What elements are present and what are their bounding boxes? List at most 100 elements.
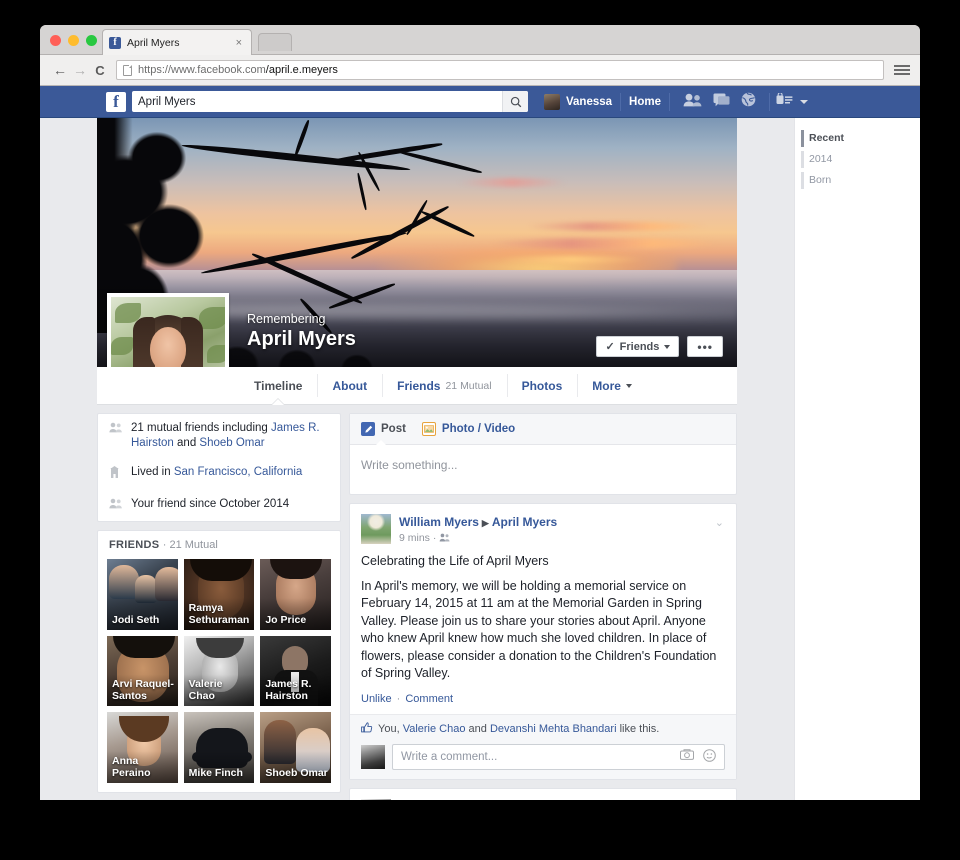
likes-seg: and [465, 723, 489, 735]
friend-name: James R. Hairston [265, 678, 328, 702]
more-options-button[interactable]: ••• [687, 336, 723, 357]
photo-video-icon [422, 422, 436, 436]
search-input-value: April Myers [138, 96, 502, 108]
browser-toolbar: ← → C https://www.facebook.com/april.e.m… [40, 55, 920, 86]
friend-tile[interactable]: Jodi Seth [107, 559, 178, 630]
tab-friends-label: Friends [397, 379, 440, 393]
friend-tile[interactable]: Ramya Sethuraman [184, 559, 255, 630]
navbar-home-link[interactable]: Home [621, 96, 669, 108]
emoji-icon[interactable] [703, 749, 716, 765]
post-target-name[interactable]: April Myers [484, 800, 549, 801]
browser-tab-title: April Myers [127, 37, 233, 49]
timeline-year-rail: Recent 2014 Born [794, 118, 920, 800]
privacy-shortcuts[interactable] [770, 93, 808, 111]
tab-about[interactable]: About [317, 367, 382, 404]
comment-bar: Write a comment... [350, 744, 736, 779]
friend-tile[interactable]: Anna Peraino [107, 712, 178, 783]
new-tab-button[interactable] [258, 33, 292, 51]
friend-tile[interactable]: Shoeb Omar [260, 712, 331, 783]
post-target-name[interactable]: April Myers [492, 515, 557, 529]
address-bar[interactable]: https://www.facebook.com/april.e.meyers [116, 60, 884, 80]
camera-icon[interactable] [680, 749, 694, 765]
friends-status-button[interactable]: ✓ Friends [596, 336, 679, 357]
link-shoeb-omar[interactable]: Shoeb Omar [199, 437, 264, 449]
avatar[interactable] [361, 799, 391, 801]
friend-requests-icon[interactable] [683, 93, 702, 112]
navbar-profile-link[interactable]: Vanessa [536, 94, 620, 110]
thumbs-up-icon [361, 722, 373, 737]
post-options-chevron-icon[interactable]: ⌄ [715, 516, 724, 529]
rail-item-born[interactable]: Born [795, 170, 920, 191]
branch-silhouette [294, 119, 311, 156]
friend-tile[interactable]: Arvi Raquel-Santos [107, 636, 178, 707]
likes-seg: like this. [617, 723, 660, 735]
tab-more[interactable]: More [577, 367, 647, 404]
rail-item-recent[interactable]: Recent [795, 128, 920, 149]
post-timestamp[interactable]: 9 mins [399, 532, 430, 544]
search-input[interactable]: April Myers [132, 91, 528, 112]
post-author-name[interactable]: William Myers [399, 515, 479, 529]
back-icon[interactable]: ← [50, 62, 70, 78]
close-tab-icon[interactable]: × [233, 37, 245, 49]
post-author-block: Valerie Chao▶April Myers 5 mins · [399, 799, 549, 801]
composer-tab-photo[interactable]: Photo / Video [422, 422, 515, 436]
avatar [361, 745, 385, 769]
tab-photos[interactable]: Photos [507, 367, 578, 404]
friend-tile[interactable]: Jo Price [260, 559, 331, 630]
composer-input[interactable]: Write something... [350, 445, 736, 494]
divider [317, 374, 318, 397]
profile-content: Remembering April Myers ✓ Friends ••• [40, 118, 794, 800]
likes-link-devanshi[interactable]: Devanshi Mehta Bhandari [490, 723, 617, 735]
likes-link-valerie[interactable]: Valerie Chao [403, 723, 466, 735]
page-title: April Myers [247, 327, 356, 351]
minimize-window-button[interactable] [68, 35, 79, 46]
facebook-logo-icon[interactable]: f [106, 92, 126, 112]
close-window-button[interactable] [50, 35, 61, 46]
composer-tabs: Post Photo / Video [350, 414, 736, 445]
friends-grid: Jodi Seth Ramya Sethuraman [98, 559, 340, 792]
profile-name-block: Remembering April Myers [247, 311, 356, 351]
friend-tile[interactable]: James R. Hairston [260, 636, 331, 707]
profile-picture[interactable] [107, 293, 229, 367]
comment-input[interactable]: Write a comment... [392, 744, 725, 770]
url-origin: https://www.facebook.com [138, 64, 266, 76]
reload-icon[interactable]: C [90, 63, 110, 78]
friend-tile[interactable]: Mike Finch [184, 712, 255, 783]
avatar[interactable] [361, 514, 391, 544]
cover-photo[interactable]: Remembering April Myers ✓ Friends ••• [97, 118, 737, 367]
link-san-francisco[interactable]: San Francisco, California [174, 466, 302, 478]
forward-icon[interactable]: → [70, 62, 90, 78]
text-segment: and [174, 437, 200, 449]
friends-card-title[interactable]: FRIENDS [109, 539, 159, 551]
browser-window: f April Myers × ← → C https://www.facebo… [40, 25, 920, 800]
post-comment-button[interactable]: Comment [405, 693, 453, 705]
cloud-streak [491, 238, 721, 249]
browser-menu-icon[interactable] [894, 65, 910, 75]
composer-post-label: Post [381, 423, 406, 435]
profile-columns: 21 mutual friends including James R. Hai… [97, 405, 737, 800]
messages-icon[interactable] [713, 93, 730, 112]
foliage [207, 345, 225, 363]
chevron-down-icon[interactable] [800, 100, 808, 104]
friend-name: Mike Finch [189, 767, 252, 779]
post-author-block: William Myers▶April Myers 9 mins · [399, 514, 557, 545]
cloud-streak [497, 256, 647, 263]
post-author-name[interactable]: Valerie Chao [399, 800, 471, 801]
branch-silhouette [357, 173, 368, 211]
friend-tile[interactable]: Valerie Chao [184, 636, 255, 707]
page-info-icon [123, 65, 132, 76]
maximize-window-button[interactable] [86, 35, 97, 46]
navbar-home-label: Home [629, 96, 661, 108]
browser-tab[interactable]: f April Myers × [102, 29, 252, 55]
tab-friends[interactable]: Friends 21 Mutual [382, 367, 506, 404]
search-icon[interactable] [502, 91, 528, 112]
composer-tab-post[interactable]: Post [361, 422, 406, 436]
notifications-icon[interactable] [741, 92, 756, 112]
tab-timeline[interactable]: Timeline [239, 367, 317, 404]
comment-tools [680, 749, 716, 765]
rail-item-2014[interactable]: 2014 [795, 149, 920, 170]
post-author-line: Valerie Chao▶April Myers [399, 799, 549, 801]
post-icon [361, 422, 375, 436]
post-title: Celebrating the Life of April Myers [361, 553, 725, 571]
post-like-button[interactable]: Unlike [361, 693, 392, 705]
